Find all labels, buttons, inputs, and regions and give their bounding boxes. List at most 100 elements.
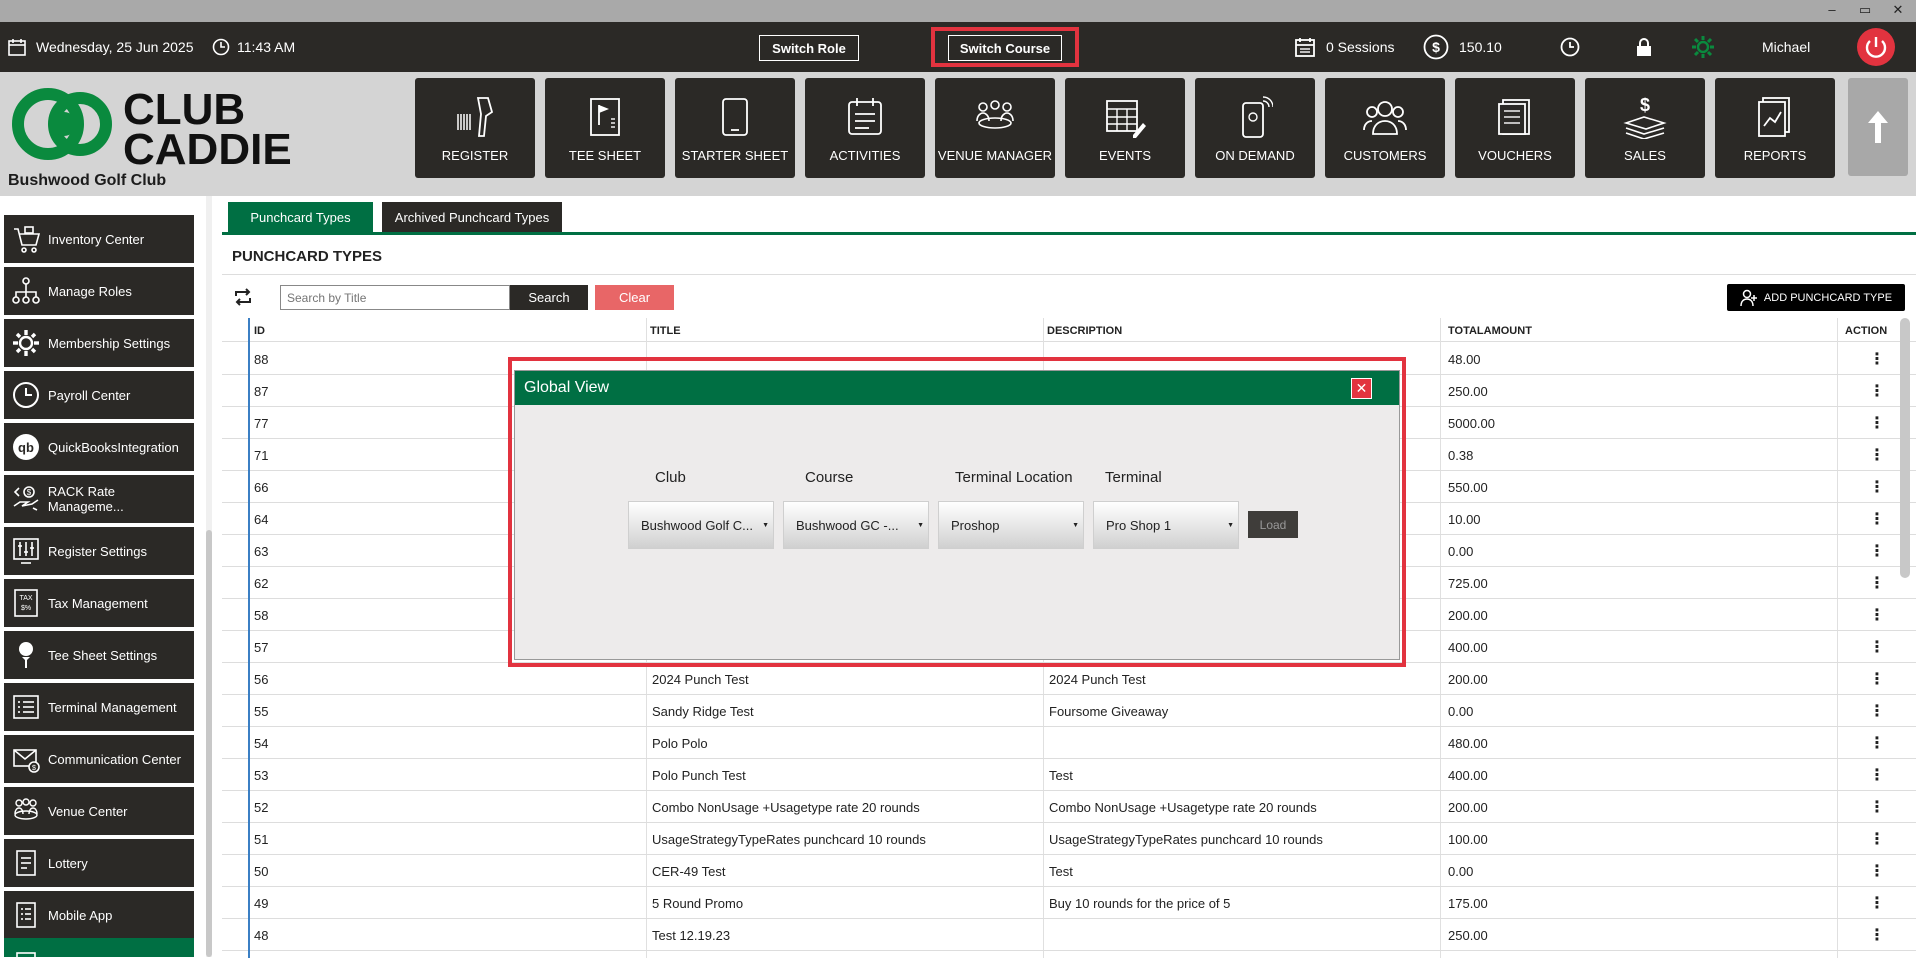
course-select[interactable]: Bushwood GC -... ▼ — [783, 501, 929, 549]
cell-title: Combo NonUsage +Usagetype rate 20 rounds — [652, 800, 920, 815]
row-action-menu-icon[interactable]: ⋮ — [1869, 477, 1885, 497]
tab-archived-punchcard-types[interactable]: Archived Punchcard Types — [382, 202, 562, 232]
nav-starter-sheet[interactable]: STARTER SHEET — [675, 78, 795, 178]
add-punchcard-type-button[interactable]: ADD PUNCHCARD TYPE — [1727, 284, 1905, 311]
row-action-menu-icon[interactable]: ⋮ — [1869, 701, 1885, 721]
sidebar-item-mobile-app[interactable]: Mobile App — [4, 891, 194, 939]
row-action-menu-icon[interactable]: ⋮ — [1869, 541, 1885, 561]
cell-description: Test — [1049, 864, 1073, 879]
row-action-menu-icon[interactable]: ⋮ — [1869, 797, 1885, 817]
col-total-amount[interactable]: TOTALAMOUNT — [1448, 325, 1532, 337]
nav-customers[interactable]: CUSTOMERS — [1325, 78, 1445, 178]
sidebar-item-manage-roles[interactable]: Manage Roles — [4, 267, 194, 315]
nav-venue-manager[interactable]: VENUE MANAGER — [935, 78, 1055, 178]
cell-total-amount: 400.00 — [1448, 640, 1488, 655]
user-name[interactable]: Michael — [1762, 22, 1810, 72]
minimize-button[interactable]: – — [1820, 2, 1844, 17]
club-select[interactable]: Bushwood Golf C... ▼ — [628, 501, 774, 549]
sessions-count[interactable]: 0 Sessions — [1326, 22, 1394, 72]
row-action-menu-icon[interactable]: ⋮ — [1869, 509, 1885, 529]
tab-underline — [222, 232, 1916, 235]
row-action-menu-icon[interactable]: ⋮ — [1869, 413, 1885, 433]
row-action-menu-icon[interactable]: ⋮ — [1869, 381, 1885, 401]
club-name: Bushwood Golf Club — [8, 172, 167, 189]
nav-events[interactable]: EVENTS — [1065, 78, 1185, 178]
sidebar-scroll-thumb[interactable] — [206, 530, 212, 957]
row-action-menu-icon[interactable]: ⋮ — [1869, 349, 1885, 369]
table-row[interactable]: 54 Polo Polo 480.00 ⋮ — [222, 727, 1916, 759]
row-action-menu-icon[interactable]: ⋮ — [1869, 893, 1885, 913]
cell-description: 2024 Punch Test — [1049, 672, 1146, 687]
row-action-menu-icon[interactable]: ⋮ — [1869, 637, 1885, 657]
table-row[interactable]: 50 CER-49 Test Test 0.00 ⋮ — [222, 855, 1916, 887]
table-row[interactable]: 49 5 Round Promo Buy 10 rounds for the pri… — [222, 887, 1916, 919]
cell-id: 49 — [254, 896, 269, 911]
close-window-button[interactable]: ✕ — [1886, 2, 1910, 18]
history-clock-icon[interactable] — [1560, 22, 1580, 72]
lock-icon[interactable] — [1635, 22, 1653, 72]
nav-reports[interactable]: REPORTS — [1715, 78, 1835, 178]
row-action-menu-icon[interactable]: ⋮ — [1869, 765, 1885, 785]
search-button[interactable]: Search — [510, 285, 588, 310]
row-action-menu-icon[interactable]: ⋮ — [1869, 925, 1885, 945]
terminal-select[interactable]: Pro Shop 1 ▼ — [1093, 501, 1239, 549]
nav-vouchers[interactable]: VOUCHERS — [1455, 78, 1575, 178]
sidebar-item-payroll-center[interactable]: Payroll Center — [4, 371, 194, 419]
col-title[interactable]: TITLE — [650, 325, 681, 337]
table-row[interactable]: 52 Combo NonUsage +Usagetype rate 20 roun… — [222, 791, 1916, 823]
clubcaddie-logo: CLUB CADDIE — [8, 85, 308, 182]
sidebar-item-label: Mobile App — [48, 907, 113, 923]
table-row[interactable]: 55 Sandy Ridge Test Foursome Giveaway 0.00 ⋮ — [222, 695, 1916, 727]
cell-id: 77 — [254, 416, 269, 431]
switch-role-button[interactable]: Switch Role — [759, 35, 859, 61]
sidebar-item-communication-center[interactable]: $ Communication Center — [4, 735, 194, 783]
cell-total-amount: 0.00 — [1448, 544, 1474, 559]
sidebar-item-rack-rate[interactable]: $ RACK Rate Manageme... — [4, 475, 194, 523]
col-description[interactable]: DESCRIPTION — [1047, 325, 1122, 337]
refresh-icon[interactable] — [232, 286, 256, 310]
row-action-menu-icon[interactable]: ⋮ — [1869, 605, 1885, 625]
row-action-menu-icon[interactable]: ⋮ — [1869, 573, 1885, 593]
sidebar-item-tax-management[interactable]: TAX $% Tax Management — [4, 579, 194, 627]
restore-button[interactable]: ▭ — [1853, 2, 1877, 18]
tab-punchcard-types[interactable]: Punchcard Types — [228, 202, 373, 232]
collapse-header-button[interactable] — [1848, 78, 1908, 176]
nav-on-demand[interactable]: ON DEMAND — [1195, 78, 1315, 178]
settings-gear-icon[interactable] — [1690, 22, 1716, 72]
global-view-dialog: Global View ✕ Club Course Terminal Locat… — [514, 370, 1400, 660]
power-icon[interactable] — [1857, 22, 1895, 72]
sidebar-item-register-settings[interactable]: Register Settings — [4, 527, 194, 575]
nav-activities[interactable]: ACTIVITIES — [805, 78, 925, 178]
sidebar-item-venue-center[interactable]: Venue Center — [4, 787, 194, 835]
nav-sales[interactable]: $ SALES — [1585, 78, 1705, 178]
nav-tee-sheet[interactable]: TEE SHEET — [545, 78, 665, 178]
content-scrollbar[interactable] — [1900, 318, 1910, 578]
row-action-menu-icon[interactable]: ⋮ — [1869, 829, 1885, 849]
row-action-menu-icon[interactable]: ⋮ — [1869, 861, 1885, 881]
cell-total-amount: 0.00 — [1448, 864, 1474, 879]
table-row[interactable]: 51 UsageStrategyTypeRates punchcard 10 ro… — [222, 823, 1916, 855]
row-action-menu-icon[interactable]: ⋮ — [1869, 669, 1885, 689]
dialog-close-button[interactable]: ✕ — [1351, 378, 1372, 399]
col-id[interactable]: ID — [254, 325, 265, 337]
sidebar-item-inventory-center[interactable]: Inventory Center — [4, 215, 194, 263]
table-row[interactable]: 53 Polo Punch Test Test 400.00 ⋮ — [222, 759, 1916, 791]
clear-button[interactable]: Clear — [595, 285, 674, 310]
load-button[interactable]: Load — [1248, 511, 1298, 538]
sidebar-item-terminal-management[interactable]: Terminal Management — [4, 683, 194, 731]
terminal-location-select[interactable]: Proshop ▼ — [938, 501, 1084, 549]
sidebar-item-membership-settings[interactable]: Membership Settings — [4, 319, 194, 367]
sidebar-item-tee-sheet-settings[interactable]: Tee Sheet Settings — [4, 631, 194, 679]
sidebar-item-lottery[interactable]: Lottery — [4, 839, 194, 887]
search-input[interactable] — [280, 285, 510, 310]
switch-course-button[interactable]: Switch Course — [948, 35, 1062, 61]
row-action-menu-icon[interactable]: ⋮ — [1869, 445, 1885, 465]
table-row[interactable]: 48 Test 12.19.23 250.00 ⋮ — [222, 919, 1916, 951]
cell-total-amount: 100.00 — [1448, 832, 1488, 847]
cell-id: 58 — [254, 608, 269, 623]
sidebar-item-quickbooks[interactable]: qb QuickBooksIntegration — [4, 423, 194, 471]
table-row[interactable]: 56 2024 Punch Test 2024 Punch Test 200.00 ⋮ — [222, 663, 1916, 695]
nav-register[interactable]: REGISTER — [415, 78, 535, 178]
row-action-menu-icon[interactable]: ⋮ — [1869, 733, 1885, 753]
sidebar-item-selected[interactable] — [4, 938, 194, 957]
